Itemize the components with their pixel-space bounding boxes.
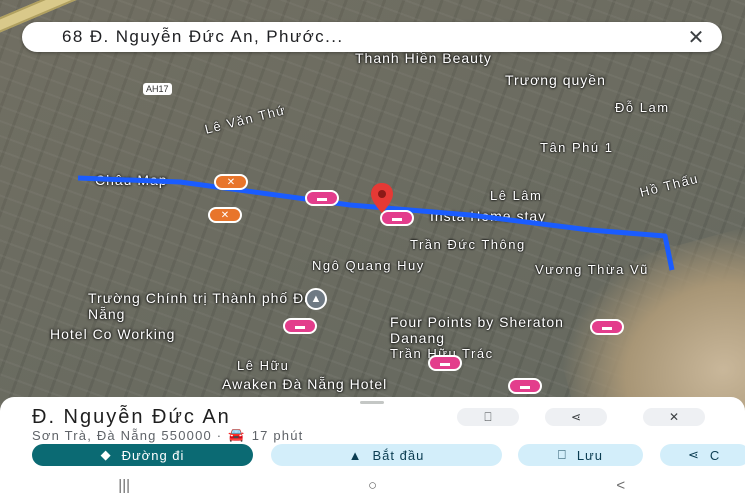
hotel-pin[interactable]: ▬ [305, 190, 339, 206]
bed-icon: ▬ [520, 380, 530, 392]
home-button[interactable]: ○ [342, 477, 402, 494]
close-icon[interactable]: ✕ [684, 25, 708, 50]
back-button[interactable]: < [591, 477, 651, 494]
hotel-pin[interactable]: ▬ [283, 318, 317, 334]
save-icon-button[interactable]: ⎕ [457, 408, 519, 426]
directions-button[interactable]: ◆ Đường đi [32, 444, 253, 466]
close-sheet-button[interactable]: ✕ [643, 408, 705, 426]
bed-icon: ▬ [317, 192, 327, 204]
car-icon: 🚘 [228, 427, 246, 442]
hotel-pin[interactable]: ▬ [590, 319, 624, 335]
directions-icon: ◆ [100, 447, 112, 462]
close-icon: ✕ [668, 410, 680, 424]
red-pin-icon[interactable] [370, 183, 394, 213]
search-bar[interactable]: 68 Đ. Nguyễn Đức An, Phước... ✕ [22, 22, 722, 52]
map-view[interactable]: AH17 Lê Văn Thứ Tân Phú 1 Lê Lâm Hồ Thấu… [0, 0, 745, 420]
bed-icon: ▬ [392, 212, 402, 224]
share-icon: ⋖ [570, 410, 582, 424]
bed-icon: ▬ [602, 321, 612, 333]
system-nav-bar: ||| ○ < [0, 474, 745, 497]
place-subtitle: Sơn Trà, Đà Nẵng 550000 · 🚘 17 phút [32, 427, 303, 443]
directions-label: Đường đi [121, 447, 185, 463]
bed-icon: ▬ [440, 357, 450, 369]
travel-time: 17 phút [251, 427, 304, 443]
place-title: Đ. Nguyễn Đức An [32, 406, 231, 428]
hotel-pin[interactable]: ▬ [508, 378, 542, 394]
hotel-pin[interactable]: ▬ [428, 355, 462, 371]
recent-apps-button[interactable]: ||| [94, 477, 154, 494]
search-query[interactable]: 68 Đ. Nguyễn Đức An, Phước... [62, 27, 684, 47]
bookmark-icon: ⎕ [558, 447, 567, 462]
bookmark-icon: ⎕ [484, 409, 492, 424]
place-address: Sơn Trà, Đà Nẵng 550000 · [32, 427, 223, 443]
share-label: C [709, 447, 721, 463]
start-button[interactable]: ▲ Bắt đầu [271, 444, 502, 466]
drag-handle[interactable] [360, 401, 384, 404]
restaurant-pin[interactable]: ✕ [208, 207, 242, 223]
fork-knife-icon: ✕ [226, 176, 236, 188]
graduation-cap-icon: ▲ [310, 293, 322, 305]
bed-icon: ▬ [295, 320, 305, 332]
save-button[interactable]: ⎕ Lưu [518, 444, 643, 466]
share-icon-button[interactable]: ⋖ [545, 408, 607, 426]
share-button[interactable]: ⋖ C [660, 444, 745, 466]
school-pin[interactable]: ▲ [305, 288, 327, 310]
start-label: Bắt đầu [372, 447, 425, 463]
share-icon: ⋖ [688, 447, 700, 462]
restaurant-pin[interactable]: ✕ [214, 174, 248, 190]
save-label: Lưu [576, 447, 603, 463]
navigation-arrow-icon: ▲ [348, 447, 363, 463]
fork-knife-icon: ✕ [220, 209, 230, 221]
